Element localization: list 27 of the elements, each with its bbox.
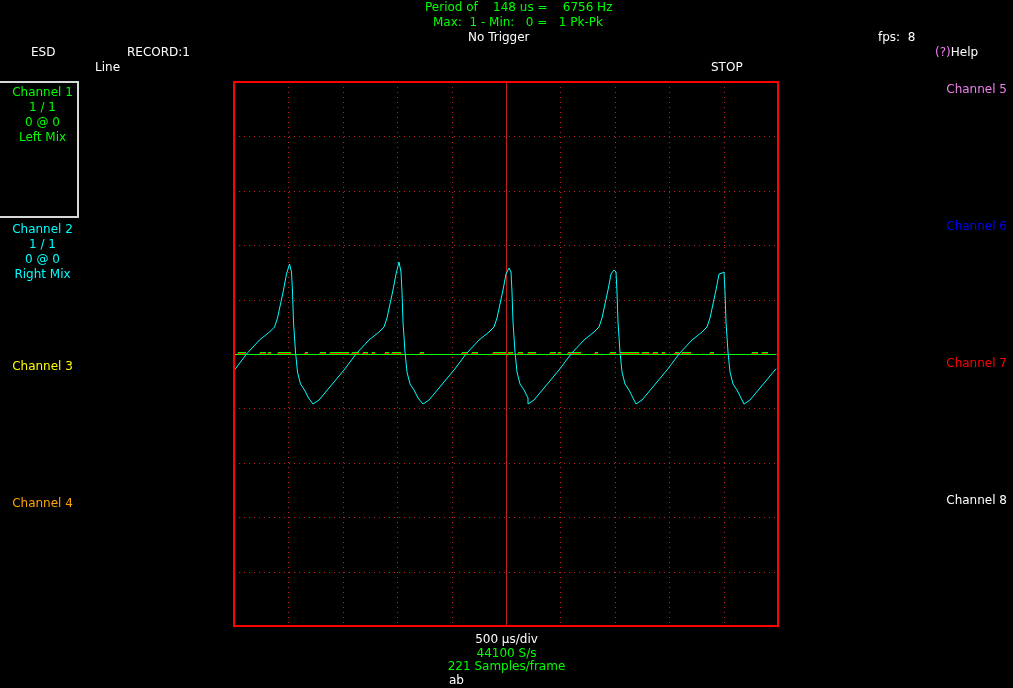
channel-name: Channel 3 (12, 359, 73, 374)
channel-name: Channel 1 (12, 85, 73, 100)
channel-name: Channel 4 (12, 496, 73, 511)
status-text: ab (449, 673, 464, 687)
help-hint: (?)Help (935, 45, 979, 60)
channel-name: Channel 8 (946, 493, 1007, 508)
amplitude-reading: Max: 1 - Min: 0 = 1 Pk-Pk (433, 15, 603, 30)
period-reading: Period of 148 us = 6756 Hz (425, 0, 613, 15)
plot-mode-label: Line (95, 60, 120, 75)
sample-rate-label: 44100 S/s (476, 646, 537, 660)
record-label: RECORD:1 (127, 45, 190, 60)
timebase-label: 500 µs/div (475, 633, 538, 647)
frame-samples-label: 221 Samples/frame (447, 660, 566, 674)
source-label: ESD (31, 45, 56, 60)
channel-name: Channel 7 (946, 356, 1007, 371)
channel-name: Channel 2 (12, 222, 73, 237)
fps-counter: fps: 8 (878, 30, 916, 45)
channel-source-label: Right Mix (14, 267, 71, 282)
channel-offset-label: 0 @ 0 (25, 252, 60, 267)
channel-name: Channel 6 (946, 219, 1007, 234)
channel-name: Channel 5 (946, 82, 1007, 97)
channel-scale-label: 1 / 1 (29, 237, 56, 252)
run-state-label: STOP (711, 60, 743, 75)
channel-source-label: Left Mix (18, 130, 67, 145)
channel-offset-label: 0 @ 0 (25, 115, 60, 130)
channel-scale-label: 1 / 1 (29, 100, 56, 115)
trigger-status: No Trigger (468, 30, 530, 45)
